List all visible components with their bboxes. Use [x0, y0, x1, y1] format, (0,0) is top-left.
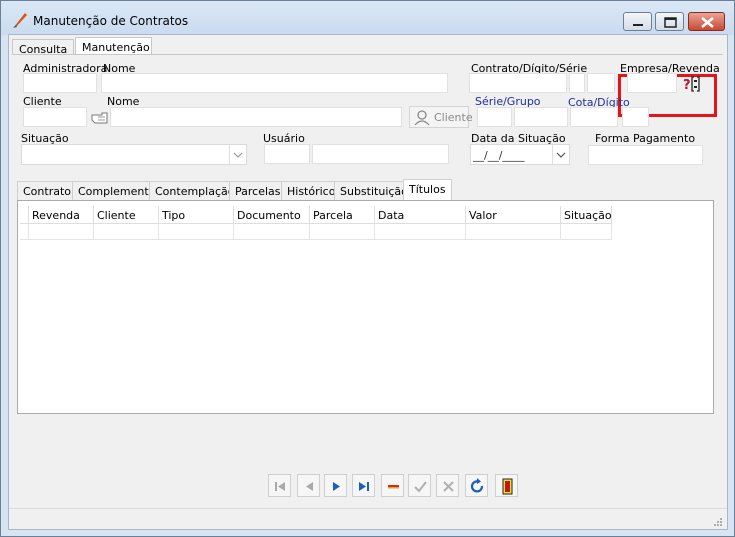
- first-icon: [275, 482, 285, 491]
- close-button[interactable]: [688, 12, 725, 31]
- cliente-nome-field[interactable]: [110, 107, 402, 127]
- empresa-revenda-field[interactable]: [627, 73, 677, 93]
- post-icon: [414, 481, 427, 493]
- prior-icon: [306, 482, 313, 491]
- tab-contemplacao-label: Contemplação: [155, 185, 235, 198]
- next-icon: [333, 482, 340, 491]
- tab-contrato-label: Contrato: [23, 185, 72, 198]
- title-bar[interactable]: Manutenção de Contratos: [1, 1, 734, 35]
- grid-cell[interactable]: [29, 224, 94, 240]
- forma-pagamento-label: Forma Pagamento: [595, 132, 696, 145]
- exit-icon: [502, 478, 513, 495]
- help-query-icon[interactable]: ?: [682, 75, 702, 93]
- delete-icon: [388, 485, 399, 489]
- contrato-field[interactable]: [469, 73, 567, 93]
- window-title: Manutenção de Contratos: [33, 14, 189, 28]
- maximize-button[interactable]: [655, 12, 684, 31]
- cota-digito-field[interactable]: [622, 107, 649, 127]
- tab-contrato[interactable]: Contrato: [17, 181, 78, 200]
- cliente-field[interactable]: [23, 107, 87, 127]
- nav-exit-button[interactable]: [495, 474, 518, 497]
- cota-field[interactable]: [570, 107, 618, 127]
- minimize-button[interactable]: [623, 12, 652, 31]
- tab-substituicao[interactable]: Substituição: [334, 181, 414, 200]
- forma-pagamento-field[interactable]: [588, 145, 703, 165]
- grid-cell[interactable]: [310, 224, 375, 240]
- person-search-icon: [414, 110, 430, 126]
- usuario-nome-field[interactable]: [312, 144, 449, 164]
- column-header-tipo[interactable]: Tipo: [159, 206, 234, 224]
- nav-last-button[interactable]: [352, 474, 375, 497]
- grid-cell[interactable]: [94, 224, 159, 240]
- column-header-cliente[interactable]: Cliente: [94, 206, 159, 224]
- grid-cell[interactable]: [159, 224, 234, 240]
- situacao-select[interactable]: [21, 144, 247, 165]
- status-bar: [9, 508, 727, 529]
- column-header-situacao[interactable]: Situação: [561, 206, 612, 224]
- tab-titulos-label: Títulos: [409, 183, 446, 196]
- tab-complemento-label: Complemento: [78, 185, 156, 198]
- column-header-parcela[interactable]: Parcela: [310, 206, 375, 224]
- nav-prior-button[interactable]: [297, 474, 320, 497]
- grid-cell[interactable]: [375, 224, 466, 240]
- administradora-field[interactable]: [23, 73, 97, 93]
- column-header-revenda[interactable]: Revenda: [29, 206, 94, 224]
- main-window: Manutenção de Contratos Consulta Manuten…: [0, 0, 735, 537]
- cliente-search-button[interactable]: Cliente: [409, 106, 473, 128]
- refresh-icon: [470, 478, 484, 493]
- chevron-down-icon[interactable]: [552, 145, 569, 164]
- svg-text:?: ?: [683, 78, 691, 93]
- column-header-documento[interactable]: Documento: [234, 206, 310, 224]
- grid-cell[interactable]: [466, 224, 561, 240]
- chevron-down-icon[interactable]: [229, 145, 246, 164]
- grid-indicator-header: [20, 206, 29, 224]
- tab-contemplacao[interactable]: Contemplação: [149, 181, 241, 200]
- last-icon: [359, 482, 369, 491]
- nav-delete-button[interactable]: [381, 474, 404, 497]
- tab-parcelas-label: Parcelas: [235, 185, 281, 198]
- column-header-valor[interactable]: Valor: [466, 206, 561, 224]
- titulos-grid[interactable]: Revenda Cliente Tipo Documento Parcela D…: [17, 200, 714, 414]
- grid-indicator-cell: [20, 224, 29, 240]
- serie-field[interactable]: [587, 73, 615, 93]
- tab-substituicao-label: Substituição: [340, 185, 408, 198]
- serie-grupo-field-1[interactable]: [477, 107, 512, 127]
- tab-parcelas[interactable]: Parcelas: [229, 181, 287, 200]
- data-situacao-value: __/__/____: [473, 149, 525, 162]
- hand-pointer-icon[interactable]: [91, 111, 109, 125]
- window-client: Consulta Manutenção Administradora Nome …: [8, 34, 728, 530]
- usuario-field[interactable]: [264, 144, 310, 164]
- grid-cell[interactable]: [234, 224, 310, 240]
- nav-post-button[interactable]: [408, 474, 431, 497]
- column-header-data[interactable]: Data: [375, 206, 466, 224]
- resize-grip-icon[interactable]: [713, 517, 723, 527]
- tab-historico-label: Histórico: [287, 185, 336, 198]
- tab-titulos[interactable]: Títulos: [403, 179, 452, 200]
- serie-grupo-field-2[interactable]: [514, 107, 568, 127]
- cancel-icon: [443, 481, 454, 492]
- nav-cancel-button[interactable]: [436, 474, 459, 497]
- tab-manutencao-label: Manutenção: [82, 41, 150, 54]
- data-situacao-picker[interactable]: __/__/____: [470, 144, 570, 165]
- cliente-search-label: Cliente: [434, 111, 473, 124]
- nav-first-button[interactable]: [268, 474, 291, 497]
- nav-refresh-button[interactable]: [465, 474, 488, 497]
- digito-field[interactable]: [569, 73, 585, 93]
- tab-historico[interactable]: Histórico: [281, 181, 342, 200]
- grid-cell[interactable]: [561, 224, 612, 240]
- administradora-nome-field[interactable]: [101, 73, 448, 93]
- nav-next-button[interactable]: [324, 474, 347, 497]
- app-icon: [13, 13, 27, 28]
